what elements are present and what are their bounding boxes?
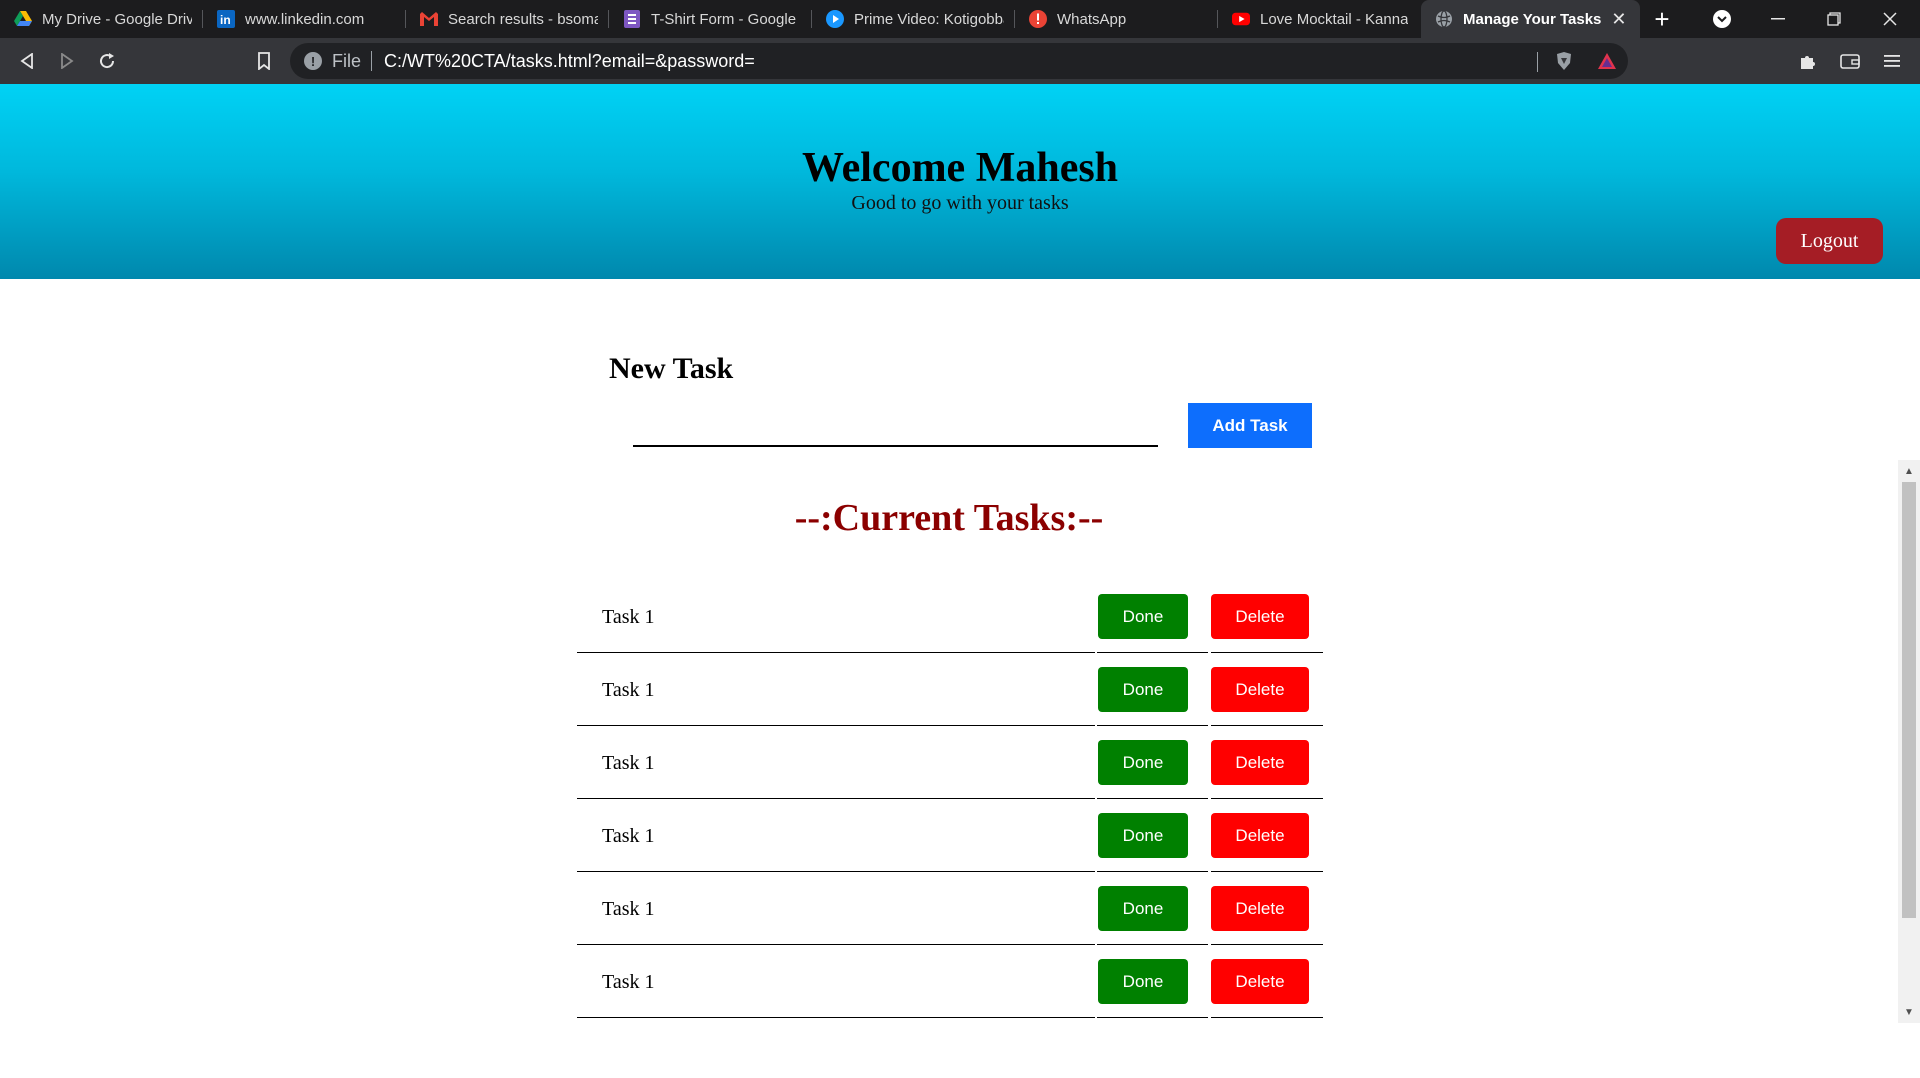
minimize-icon[interactable] <box>1756 0 1800 38</box>
tab-gmail[interactable]: Search results - bsomas <box>406 0 609 38</box>
scrollbar-thumb[interactable] <box>1902 482 1916 918</box>
browser-tab-strip: My Drive - Google Drive in www.linkedin.… <box>0 0 1920 38</box>
logout-button[interactable]: Logout <box>1776 218 1883 264</box>
done-button[interactable]: Done <box>1098 667 1188 712</box>
tab-my-drive[interactable]: My Drive - Google Drive <box>0 0 203 38</box>
task-name: Task 1 <box>602 752 655 774</box>
task-name: Task 1 <box>602 679 655 701</box>
task-name: Task 1 <box>602 606 655 628</box>
task-name: Task 1 <box>602 825 655 847</box>
table-row: Task 1 Done Delete <box>577 872 1323 945</box>
new-task-heading: New Task <box>609 352 734 385</box>
new-tab-button[interactable]: + <box>1640 0 1684 38</box>
delete-button[interactable]: Delete <box>1211 740 1309 785</box>
welcome-subtitle: Good to go with your tasks <box>851 192 1069 214</box>
table-row: Task 1 Done Delete <box>577 580 1323 653</box>
table-row: Task 1 Done Delete <box>577 945 1323 1018</box>
welcome-title: Welcome Mahesh <box>801 145 1119 191</box>
tab-youtube[interactable]: Love Mocktail - Kanna <box>1218 0 1421 38</box>
done-button[interactable]: Done <box>1098 886 1188 931</box>
prime-video-icon <box>826 10 844 28</box>
table-row: Task 1 Done Delete <box>577 653 1323 726</box>
scroll-down-icon[interactable]: ▼ <box>1898 1003 1920 1021</box>
done-button[interactable]: Done <box>1098 740 1188 785</box>
restore-icon[interactable] <box>1812 0 1856 38</box>
task-list: Task 1 Done Delete Task 1 Done Delete Ta… <box>577 580 1323 1018</box>
tab-title: Manage Your Tasks <box>1463 10 1602 28</box>
done-button[interactable]: Done <box>1098 594 1188 639</box>
url-text[interactable]: C:/WT%20CTA/tasks.html?email=&password= <box>384 51 755 72</box>
wallet-icon[interactable] <box>1835 46 1865 76</box>
info-icon[interactable]: ! <box>304 52 322 70</box>
delete-button[interactable]: Delete <box>1211 594 1309 639</box>
close-tab-icon[interactable]: ✕ <box>1611 9 1626 30</box>
google-drive-icon <box>14 10 32 28</box>
tab-google-forms[interactable]: T-Shirt Form - Google F <box>609 0 812 38</box>
forward-icon[interactable] <box>52 46 82 76</box>
delete-button[interactable]: Delete <box>1211 886 1309 931</box>
page-header: Welcome Mahesh Good to go with your task… <box>0 84 1920 279</box>
tab-title: www.linkedin.com <box>245 10 365 28</box>
tab-title: WhatsApp <box>1057 10 1127 28</box>
address-bar[interactable]: ! File C:/WT%20CTA/tasks.html?email=&pas… <box>290 43 1628 79</box>
tab-search-icon[interactable] <box>1704 0 1740 38</box>
menu-icon[interactable] <box>1877 46 1907 76</box>
whatsapp-icon <box>1029 10 1047 28</box>
done-button[interactable]: Done <box>1098 959 1188 1004</box>
tab-whatsapp[interactable]: WhatsApp <box>1015 0 1218 38</box>
table-row: Task 1 Done Delete <box>577 799 1323 872</box>
linkedin-icon: in <box>217 10 235 28</box>
brave-rewards-icon[interactable] <box>1592 46 1622 76</box>
delete-button[interactable]: Delete <box>1211 813 1309 858</box>
tab-prime-video[interactable]: Prime Video: Kotigobba <box>812 0 1015 38</box>
scroll-up-icon[interactable]: ▲ <box>1898 462 1920 480</box>
scheme-label: File <box>332 50 362 71</box>
task-name: Task 1 <box>602 898 655 920</box>
tab-manage-your-tasks[interactable]: Manage Your Tasks ✕ <box>1421 0 1640 38</box>
browser-toolbar: ! File C:/WT%20CTA/tasks.html?email=&pas… <box>0 38 1920 85</box>
delete-button[interactable]: Delete <box>1211 959 1309 1004</box>
bookmark-icon[interactable] <box>249 46 279 76</box>
tab-title: Search results - bsomas <box>448 10 598 28</box>
gmail-icon <box>420 10 438 28</box>
google-forms-icon <box>623 10 641 28</box>
tab-linkedin[interactable]: in www.linkedin.com <box>203 0 406 38</box>
done-button[interactable]: Done <box>1098 813 1188 858</box>
tab-title: Love Mocktail - Kanna <box>1260 10 1409 28</box>
delete-button[interactable]: Delete <box>1211 667 1309 712</box>
table-row: Task 1 Done Delete <box>577 726 1323 799</box>
tab-title: Prime Video: Kotigobba <box>854 10 1004 28</box>
current-tasks-heading: --:Current Tasks:-- <box>794 497 1104 539</box>
tab-title: My Drive - Google Drive <box>42 10 192 28</box>
back-icon[interactable] <box>12 46 42 76</box>
brave-shield-icon[interactable] <box>1549 46 1579 76</box>
task-name: Task 1 <box>602 971 655 993</box>
add-task-button[interactable]: Add Task <box>1188 403 1312 448</box>
tab-title: T-Shirt Form - Google F <box>651 10 801 28</box>
extensions-icon[interactable] <box>1792 46 1822 76</box>
new-task-input[interactable] <box>633 405 1158 447</box>
svg-text:in: in <box>220 13 231 27</box>
globe-icon <box>1435 10 1453 28</box>
reload-icon[interactable] <box>92 46 122 76</box>
youtube-icon <box>1232 10 1250 28</box>
close-window-icon[interactable] <box>1868 0 1912 38</box>
